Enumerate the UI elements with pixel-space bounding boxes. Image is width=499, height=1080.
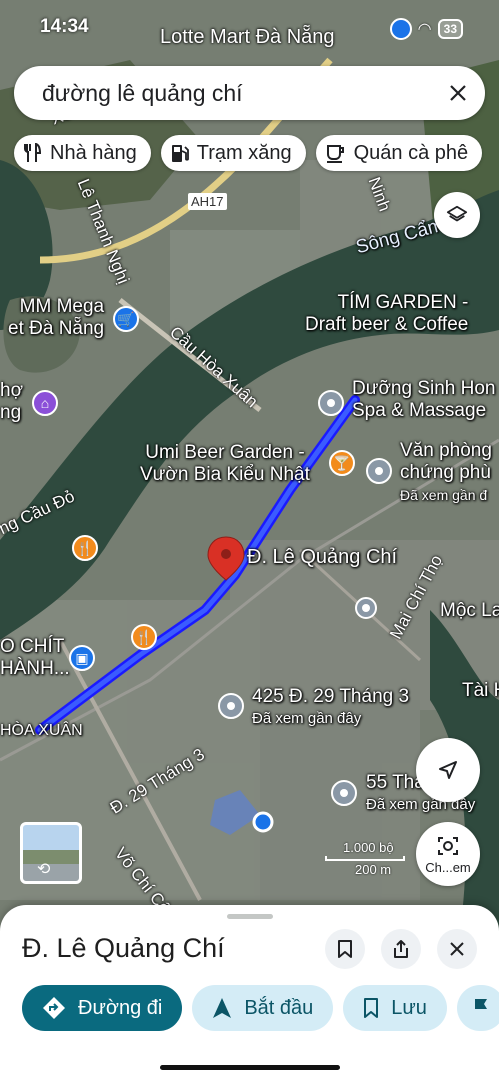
chip-label: Nhà hàng (50, 141, 137, 164)
status-icons: ◠ 33 (389, 18, 463, 40)
scale-feet: 1.000 bộ (343, 840, 394, 855)
chip-label: Trạm xăng (196, 141, 292, 164)
place-label-moc-la: Mộc La (440, 600, 499, 621)
map-scale: 1.000 bộ 200 m (325, 840, 405, 877)
street-view-thumbnail[interactable]: ⟲ (20, 822, 82, 884)
close-icon (450, 942, 464, 956)
gas-station-icon (171, 145, 189, 162)
save-button[interactable] (325, 929, 365, 969)
start-label: Bắt đầu (244, 996, 314, 1019)
place-label-duong-sinh-line2: Spa & Massage (352, 400, 487, 421)
chip-restaurants[interactable]: Nhà hàng (14, 135, 151, 171)
place-label-umi-beer: Umi Beer Garden - Vườn Bia Kiểu Nhật (140, 442, 310, 486)
share-icon (394, 940, 408, 958)
place-label-mm-mega: MM Mega et Đà Nẵng (8, 296, 104, 340)
place-pin-icon[interactable] (318, 390, 344, 416)
place-label-van-phong: Văn phòng chứng phù Đã xem gần đ (400, 440, 492, 506)
store-icon[interactable]: ▣ (69, 645, 95, 671)
camera-scan-icon (438, 836, 458, 855)
place-label-425-line1: 425 Đ. 29 Tháng 3 (252, 686, 410, 707)
place-label-425-recent: Đã xem gần đây (252, 710, 362, 727)
place-label-cho: hợ ng (0, 380, 23, 424)
save-action-button[interactable]: Lưu (343, 985, 447, 1031)
scale-meters: 200 m (355, 862, 392, 877)
place-label-425: 425 Đ. 29 Tháng 3 Đã xem gần đây (252, 686, 409, 730)
category-chips: Nhà hàng Trạm xăng Quán cà phê (14, 135, 483, 171)
restaurant-icon[interactable]: 🍴 (131, 624, 157, 650)
place-label-van-phong-line1: Văn phòng (400, 440, 492, 461)
place-label-chit-line1: O CHÍT (0, 636, 65, 657)
market-icon[interactable]: ⌂ (32, 390, 58, 416)
place-label-mm-mega-line2: et Đà Nẵng (8, 318, 105, 339)
place-label-tim-garden: TÍM GARDEN - Draft beer & Coffee (305, 292, 468, 336)
place-label-cho-line2: ng (0, 402, 22, 423)
layers-button[interactable] (434, 192, 480, 238)
navigation-arrow-icon (439, 761, 457, 779)
bookmark-icon (364, 998, 379, 1018)
scale-line (325, 856, 405, 861)
bus-stop-icon[interactable] (355, 597, 377, 619)
lens-button-label: Ch...em (425, 859, 471, 875)
start-button[interactable]: Bắt đầu (192, 985, 334, 1031)
place-label-chit: O CHÍT HÀNH... (0, 636, 70, 680)
place-label-van-phong-line2: chứng phù (400, 462, 491, 483)
bar-icon[interactable]: 🍸 (329, 450, 355, 476)
close-button[interactable] (437, 929, 477, 969)
bookmark-icon (338, 940, 352, 958)
highway-shield-ah17: AH17 (188, 193, 227, 210)
place-pin-icon[interactable] (218, 693, 244, 719)
place-label-duong-sinh-line1: Dưỡng Sinh Hon (352, 378, 496, 399)
directions-label: Đường đi (78, 996, 163, 1019)
place-label-tim-garden-line2: Draft beer & Coffee (305, 314, 469, 335)
place-pin-icon[interactable] (366, 458, 392, 484)
restaurant-icon[interactable]: 🍴 (72, 535, 98, 561)
flag-action-button[interactable] (456, 985, 499, 1031)
place-bottom-sheet[interactable]: Đ. Lê Quảng Chí Đường đi Bắt đầu Lưu (0, 905, 499, 1080)
battery-icon: 33 (437, 19, 463, 39)
place-label-cho-line1: hợ (0, 380, 24, 401)
restaurant-icon (24, 143, 42, 162)
chip-coffee[interactable]: Quán cà phê (315, 135, 483, 171)
lens-camera-button[interactable]: Ch...em (416, 822, 480, 886)
chip-label: Quán cà phê (353, 141, 469, 164)
selected-street-label: Đ. Lê Quảng Chí (247, 546, 398, 568)
my-location-button[interactable] (416, 738, 480, 802)
place-label-tai-h: Tài H (462, 680, 499, 701)
place-pin-icon[interactable] (331, 780, 357, 806)
close-icon[interactable] (431, 66, 485, 120)
layers-icon (446, 205, 468, 222)
search-bar[interactable]: đường lê quảng chí (14, 66, 485, 120)
street-view-icon: ⟲ (37, 861, 51, 878)
drag-handle[interactable] (227, 914, 273, 919)
place-label-chit-line2: HÀNH... (0, 658, 70, 679)
share-button[interactable] (381, 929, 421, 969)
action-row: Đường đi Bắt đầu Lưu (22, 985, 499, 1031)
directions-icon (43, 997, 65, 1019)
save-label: Lưu (391, 996, 427, 1019)
coffee-icon (326, 145, 344, 163)
place-label-duong-sinh: Dưỡng Sinh Hon Spa & Massage (352, 378, 495, 422)
shopping-cart-icon[interactable]: 🛒 (113, 306, 139, 332)
status-time: 14:34 (40, 16, 89, 37)
place-title: Đ. Lê Quảng Chí (22, 933, 225, 963)
place-label-van-phong-recent: Đã xem gần đ (400, 487, 488, 503)
flag-icon (474, 999, 487, 1018)
status-bar: 14:34 Lotte Mart Đà Nẵng ◠ 33 (0, 10, 499, 48)
place-label-mm-mega-line1: MM Mega (19, 296, 105, 317)
wifi-icon: ◠ (417, 21, 432, 38)
directions-button[interactable]: Đường đi (22, 985, 183, 1031)
place-label-tim-garden-line1: TÍM GARDEN - (337, 292, 469, 313)
home-indicator (160, 1065, 340, 1070)
place-label-umi-beer-line2: Vườn Bia Kiểu Nhật (140, 464, 310, 485)
place-label-umi-beer-line1: Umi Beer Garden - (145, 442, 305, 463)
chip-gas-stations[interactable]: Trạm xăng (160, 135, 306, 171)
navigation-arrow-icon (213, 998, 232, 1018)
search-input[interactable]: đường lê quảng chí (14, 80, 431, 107)
cart-icon (389, 18, 412, 40)
status-location-label: Lotte Mart Đà Nẵng (160, 26, 335, 48)
area-label-hoa-xuan: HÒA XUÂN (0, 722, 83, 739)
